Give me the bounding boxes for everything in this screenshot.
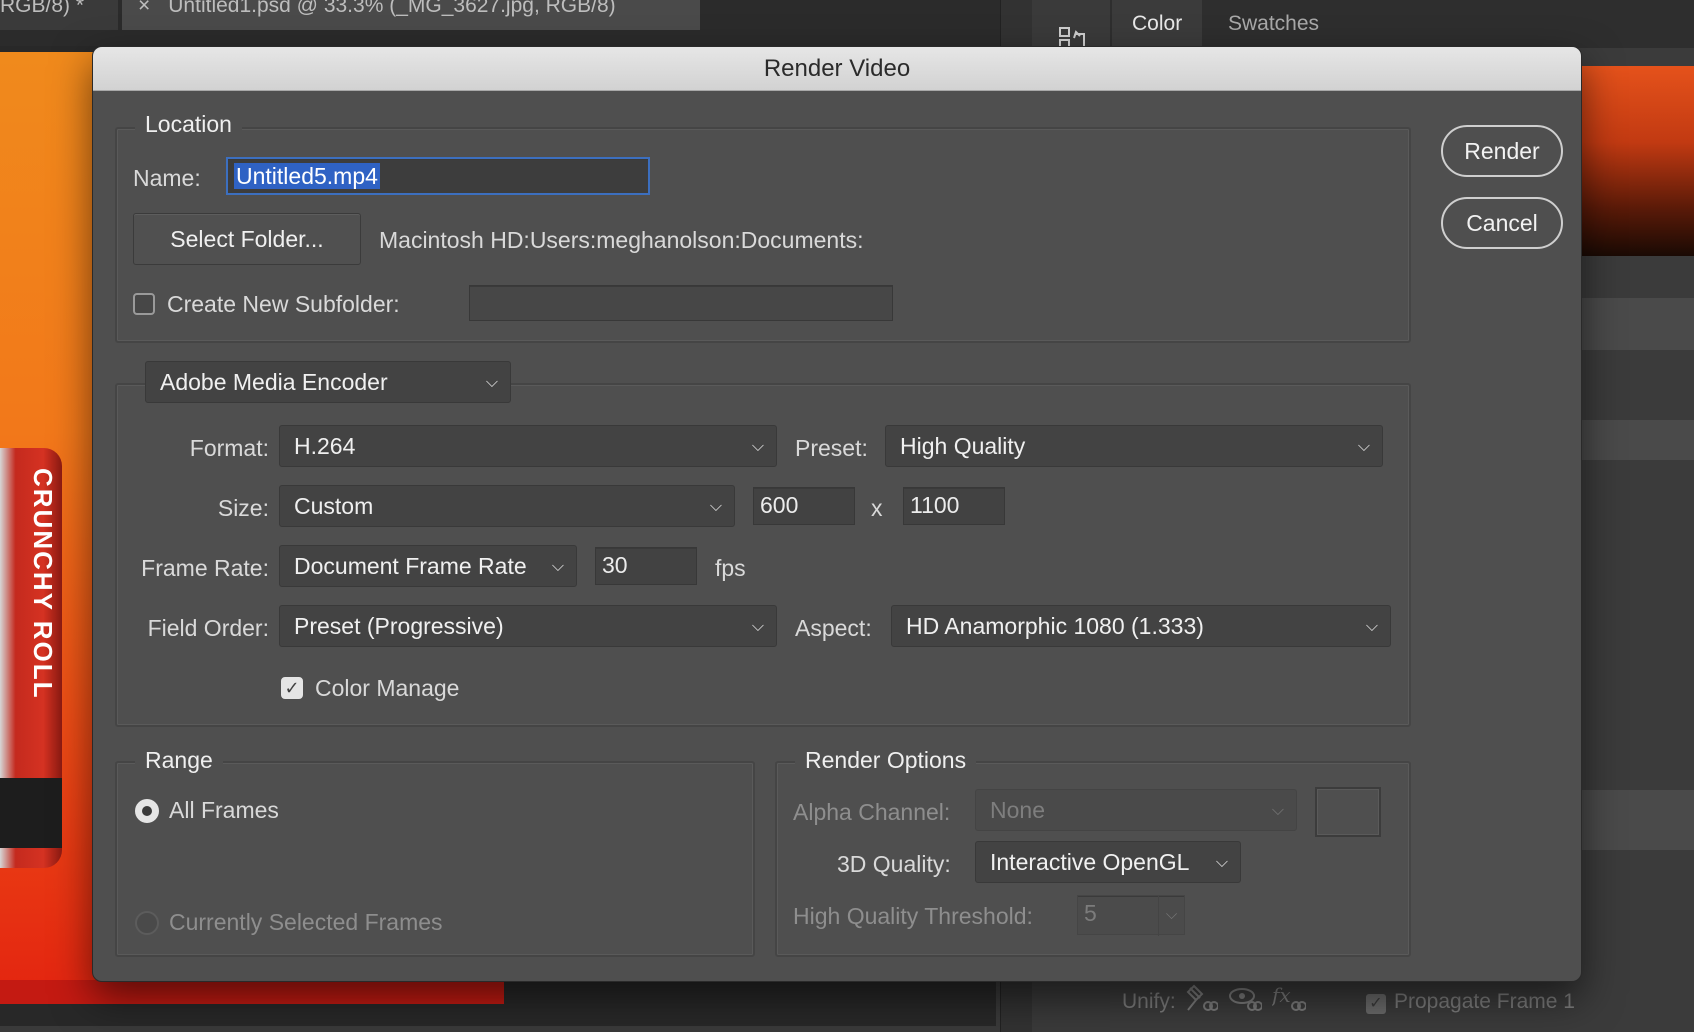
color-manage-checkbox[interactable]: ✓	[281, 677, 303, 699]
fps-unit: fps	[715, 555, 746, 581]
preset-dropdown[interactable]: High Quality ⌵	[885, 425, 1383, 467]
alpha-color-swatch[interactable]	[1315, 787, 1381, 837]
preset-label: Preset:	[795, 435, 868, 461]
threshold-label: High Quality Threshold:	[793, 903, 1033, 929]
size-dropdown[interactable]: Custom ⌵	[279, 485, 735, 527]
document-photo-edge	[0, 980, 504, 1004]
encoder-value: Adobe Media Encoder	[160, 369, 388, 395]
size-label: Size:	[217, 495, 269, 521]
framerate-value: Document Frame Rate	[294, 553, 527, 579]
width-field[interactable]: 600	[753, 487, 855, 525]
format-value: H.264	[294, 433, 356, 459]
name-field[interactable]: Untitled5.mp4	[226, 157, 650, 195]
chevron-down-icon[interactable]: ⌵	[1158, 896, 1184, 936]
can-label-text: CRUNCHY ROLL	[28, 468, 58, 700]
create-subfolder-checkbox[interactable]	[133, 293, 155, 315]
tab-color[interactable]: Color	[1112, 0, 1203, 48]
panel-row	[1570, 298, 1694, 350]
fps-field[interactable]: 30	[595, 547, 697, 585]
alpha-channel-dropdown[interactable]: None ⌵	[975, 789, 1297, 831]
chevron-down-icon: ⌵	[485, 374, 498, 391]
aspect-label: Aspect:	[795, 615, 872, 641]
framerate-dropdown[interactable]: Document Frame Rate ⌵	[279, 545, 577, 587]
encoder-dropdown[interactable]: Adobe Media Encoder ⌵	[145, 361, 511, 403]
chevron-down-icon: ⌵	[751, 618, 764, 635]
can-band	[0, 778, 62, 848]
render-button[interactable]: Render	[1441, 125, 1563, 177]
subfolder-field[interactable]	[469, 285, 893, 321]
selected-frames-label: Currently Selected Frames	[169, 909, 443, 935]
photoshop-window: RGB/8) * × Untitled1.psd @ 33.3% (_MG_362…	[0, 0, 1694, 1032]
aspect-dropdown[interactable]: HD Anamorphic 1080 (1.333) ⌵	[891, 605, 1391, 647]
dialog-title: Render Video	[93, 47, 1581, 91]
location-legend: Location	[135, 111, 242, 138]
alpha-channel-value: None	[990, 797, 1045, 823]
tab-swatches[interactable]: Swatches	[1208, 0, 1339, 48]
selected-frames-radio[interactable]	[135, 911, 159, 935]
document-tab-2[interactable]: × Untitled1.psd @ 33.3% (_MG_3627.jpg, RG…	[122, 0, 700, 30]
all-frames-label: All Frames	[169, 797, 279, 823]
field-order-dropdown[interactable]: Preset (Progressive) ⌵	[279, 605, 777, 647]
document-tab-2-label: Untitled1.psd @ 33.3% (_MG_3627.jpg, RGB…	[168, 0, 616, 17]
beer-can-image: CRUNCHY ROLL	[0, 448, 62, 868]
preset-value: High Quality	[900, 433, 1026, 459]
threshold-value: 5	[1084, 900, 1097, 926]
unify-label: Unify:	[1122, 990, 1176, 1013]
field-order-value: Preset (Progressive)	[294, 613, 504, 639]
chevron-down-icon: ⌵	[1215, 854, 1228, 871]
create-subfolder-label: Create New Subfolder:	[167, 291, 400, 317]
close-tab-icon[interactable]: ×	[138, 0, 150, 17]
unify-position-icon[interactable]	[1184, 984, 1219, 1021]
chevron-down-icon: ⌵	[551, 558, 564, 575]
document-tab-1[interactable]: RGB/8) *	[0, 0, 118, 30]
format-label: Format:	[189, 435, 269, 461]
chevron-down-icon: ⌵	[1271, 802, 1284, 819]
aspect-value: HD Anamorphic 1080 (1.333)	[906, 613, 1204, 639]
size-separator: x	[871, 495, 883, 521]
3d-quality-value: Interactive OpenGL	[990, 849, 1190, 875]
chevron-down-icon: ⌵	[1365, 618, 1378, 635]
all-frames-radio[interactable]	[135, 799, 159, 823]
chevron-down-icon: ⌵	[1357, 438, 1370, 455]
size-value: Custom	[294, 493, 374, 519]
chevron-down-icon: ⌵	[751, 438, 764, 455]
name-label: Name:	[133, 165, 201, 191]
framerate-label: Frame Rate:	[141, 555, 269, 581]
panel-row	[1570, 420, 1694, 460]
unify-visibility-icon[interactable]	[1228, 984, 1263, 1021]
field-order-label: Field Order:	[147, 615, 269, 641]
panel-row	[1570, 790, 1694, 850]
3d-quality-dropdown[interactable]: Interactive OpenGL ⌵	[975, 841, 1241, 883]
threshold-field[interactable]: 5 ⌵	[1077, 895, 1185, 936]
chevron-down-icon: ⌵	[709, 498, 722, 515]
alpha-channel-label: Alpha Channel:	[793, 799, 951, 825]
select-folder-button[interactable]: Select Folder...	[133, 213, 361, 265]
range-legend: Range	[135, 747, 223, 774]
render-video-dialog: Render Video Location Name: Untitled5.mp…	[92, 46, 1582, 982]
propagate-label: Propagate Frame 1	[1394, 990, 1575, 1013]
format-dropdown[interactable]: H.264 ⌵	[279, 425, 777, 467]
unify-style-icon[interactable]: fx	[1270, 983, 1307, 1021]
cancel-button[interactable]: Cancel	[1441, 197, 1563, 249]
render-options-legend: Render Options	[795, 747, 977, 774]
folder-path: Macintosh HD:Users:meghanolson:Documents…	[379, 227, 864, 253]
3d-quality-label: 3D Quality:	[837, 851, 951, 877]
height-field[interactable]: 1100	[903, 487, 1005, 525]
name-value: Untitled5.mp4	[234, 163, 380, 189]
svg-text:fx: fx	[1272, 984, 1291, 1007]
color-manage-label: Color Manage	[315, 675, 460, 701]
propagate-checkbox[interactable]: ✓	[1366, 994, 1386, 1014]
